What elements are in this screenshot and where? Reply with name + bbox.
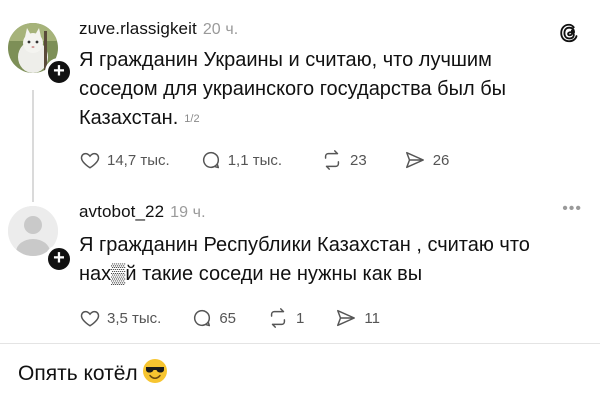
heart-icon [79,307,107,329]
post-2-header: avtobot_22 19 ч. [79,202,206,222]
post-2-username[interactable]: avtobot_22 [79,202,164,221]
post-1-text: Я гражданин Украины и считаю, что лучшим… [79,46,506,134]
repost-icon [266,307,296,329]
comment-icon [191,307,219,329]
repost-count: 23 [350,151,367,169]
share-count: 11 [364,309,380,327]
post-2-actions: 3,5 тыс. 65 1 11 [79,307,380,329]
repost-button[interactable]: 23 [320,149,367,171]
heart-icon [79,149,107,171]
post-2-time: 19 ч. [170,204,206,221]
post-1-line-2: соседом для украинского государства был … [79,78,507,100]
like-button[interactable]: 14,7 тыс. [79,149,170,171]
caption-text: Опять котёл [18,362,138,385]
reply-button[interactable]: 65 [191,307,236,329]
repost-count: 1 [296,309,305,327]
post-1-pager[interactable]: 1/2 [184,113,199,125]
share-button[interactable]: 26 [403,149,450,171]
reply-count: 65 [219,309,237,327]
more-icon[interactable]: ••• [562,200,582,218]
comment-icon [200,149,228,171]
post-2-line-1: Я гражданин Республики Казахстан , счита… [79,234,530,256]
follow-plus-icon[interactable]: + [45,245,73,273]
follow-plus-icon[interactable]: + [45,58,73,86]
smiling-face-with-sunglasses-icon [142,358,168,390]
threads-logo-icon[interactable] [558,22,580,49]
divider [0,343,600,344]
post-1-line-3: Казахстан. [79,107,179,129]
share-icon [403,149,433,171]
like-count: 3,5 тыс. [107,309,162,327]
like-count: 14,7 тыс. [107,151,170,169]
post-1-line-1: Я гражданин Украины и считаю, что лучшим [79,49,492,71]
thread-line [32,90,34,202]
post-2-text: Я гражданин Республики Казахстан , счита… [79,231,530,289]
post-1-time: 20 ч. [202,21,239,38]
post-2-line-2: нах▒й такие соседи не нужны как вы [79,263,423,285]
share-button[interactable]: 11 [334,307,380,329]
share-icon [334,307,364,329]
like-button[interactable]: 3,5 тыс. [79,307,161,329]
repost-icon [320,149,350,171]
reply-count: 1,1 тыс. [227,151,283,169]
post-1-username[interactable]: zuve.rlassigkeit [79,19,197,38]
reply-button[interactable]: 1,1 тыс. [200,149,282,171]
post-1-header: zuve.rlassigkeit 20 ч. [79,19,238,39]
caption: Опять котёл [18,358,168,390]
post-1-actions: 14,7 тыс. 1,1 тыс. 23 26 [79,149,449,171]
repost-button[interactable]: 1 [266,307,304,329]
share-count: 26 [432,151,450,169]
